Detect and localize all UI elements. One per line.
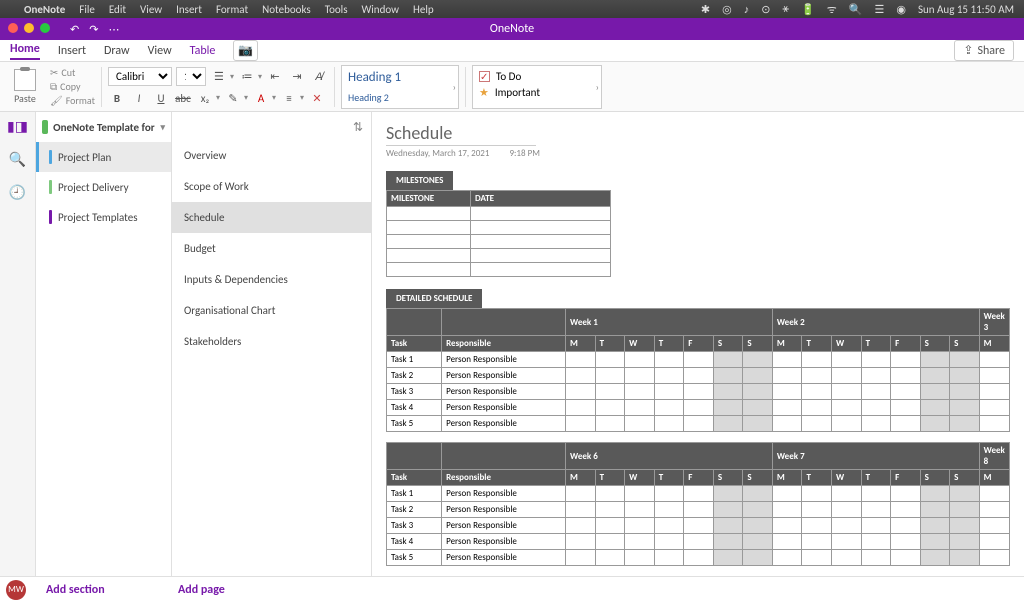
bullets-button[interactable]: ☰ [210, 69, 228, 85]
paste-button[interactable]: Paste [10, 67, 40, 107]
add-page-button[interactable]: Add page [172, 583, 225, 597]
tab-table[interactable]: Table [190, 44, 216, 58]
underline-button[interactable]: U [152, 90, 170, 106]
footer: MW Add section Add page [0, 576, 1024, 602]
search-icon[interactable]: 🔍 [9, 151, 26, 168]
page-canvas[interactable]: Schedule Wednesday, March 17, 2021 9:18 … [372, 112, 1024, 576]
schedule-table[interactable]: Week 1Week 2Week 3TaskResponsibleMTWTFSS… [386, 308, 1010, 432]
recent-icon[interactable]: 🕘 [9, 184, 26, 201]
avatar[interactable]: MW [6, 580, 26, 600]
redo-button[interactable]: ↷ [89, 23, 98, 36]
status-icon[interactable]: ✱ [701, 3, 710, 16]
highlight-button[interactable]: ✎ [224, 90, 242, 106]
notebooks-icon[interactable]: ▮◨ [7, 118, 28, 135]
chevron-right-icon: › [453, 80, 456, 93]
chevron-right-icon: › [596, 80, 599, 93]
menu-insert[interactable]: Insert [176, 3, 202, 16]
tab-home[interactable]: Home [10, 42, 40, 60]
chevron-down-icon: ▾ [160, 122, 165, 133]
menu-file[interactable]: File [79, 3, 95, 16]
status-icon[interactable]: ◎ [722, 3, 732, 16]
page-overview[interactable]: Overview [172, 140, 371, 171]
minimize-button[interactable] [24, 23, 34, 33]
undo-button[interactable]: ↶ [70, 23, 79, 36]
styles-gallery[interactable]: Heading 1 Heading 2 › [341, 65, 459, 109]
clock[interactable]: Sun Aug 15 11:50 AM [918, 3, 1014, 16]
menu-help[interactable]: Help [413, 3, 434, 16]
menu-tools[interactable]: Tools [325, 3, 348, 16]
status-icon[interactable]: ⊙ [761, 3, 770, 16]
mac-menubar: OneNote File Edit View Insert Format Not… [0, 0, 1024, 18]
clear-format-button[interactable]: A̸ [310, 69, 328, 85]
align-button[interactable]: ≡ [280, 90, 298, 106]
section-project-templates[interactable]: Project Templates [36, 202, 171, 232]
notebook-icon [42, 120, 48, 134]
page-time: 9:18 PM [509, 148, 539, 159]
page-budget[interactable]: Budget [172, 233, 371, 264]
page-inputs[interactable]: Inputs & Dependencies [172, 264, 371, 295]
wifi-icon[interactable]: ᯤ [827, 2, 837, 17]
checkbox-icon [479, 71, 490, 82]
section-project-delivery[interactable]: Project Delivery [36, 172, 171, 202]
italic-button[interactable]: I [130, 90, 148, 106]
font-name-select[interactable]: Calibri [108, 67, 172, 86]
section-list: OneNote Template for Project Management … [36, 112, 172, 576]
ribbon: Paste ✂Cut ⧉Copy 🖌Format Calibri 11 ☰▾ ≔… [0, 62, 1024, 112]
nav-rail: ▮◨ 🔍 🕘 [0, 112, 36, 576]
bold-button[interactable]: B [108, 90, 126, 106]
siri-icon[interactable]: ◉ [896, 3, 906, 16]
star-icon: ★ [479, 86, 489, 99]
notebook-selector[interactable]: OneNote Template for Project Management … [36, 112, 171, 142]
schedule-table[interactable]: Week 6Week 7Week 8TaskResponsibleMTWTFSS… [386, 442, 1010, 566]
sort-button[interactable]: ⇅ [353, 120, 363, 135]
menu-edit[interactable]: Edit [109, 3, 126, 16]
bluetooth-icon[interactable]: ⚹ [782, 2, 789, 16]
share-icon: ⇪ [963, 43, 973, 58]
page-date: Wednesday, March 17, 2021 [386, 148, 489, 159]
search-icon[interactable]: 🔍 [849, 3, 863, 16]
milestones-table[interactable]: MILESTONEDATE [386, 190, 611, 277]
menu-view[interactable]: View [140, 3, 162, 16]
qat-customize[interactable]: ⋯ [108, 23, 119, 36]
font-color-button[interactable]: A [252, 90, 270, 106]
ribbon-tabs: Home Insert Draw View Table 📷 ⇪ Share [0, 40, 1024, 62]
window-titlebar: ↶ ↷ ⋯ OneNote [0, 18, 1024, 40]
copy-button[interactable]: ⧉Copy [50, 80, 95, 93]
page-list: ⇅ Overview Scope of Work Schedule Budget… [172, 112, 372, 576]
tab-insert[interactable]: Insert [58, 44, 86, 58]
page-scope[interactable]: Scope of Work [172, 171, 371, 202]
status-icon[interactable]: ♪ [744, 3, 750, 16]
section-project-plan[interactable]: Project Plan [36, 142, 171, 172]
strike-button[interactable]: abc [174, 90, 192, 106]
page-title[interactable]: Schedule [386, 122, 536, 146]
subscript-button[interactable]: x₂ [196, 90, 214, 106]
menu-window[interactable]: Window [362, 3, 400, 16]
outdent-button[interactable]: ⇤ [266, 69, 284, 85]
window-title: OneNote [490, 22, 534, 36]
page-orgchart[interactable]: Organisational Chart [172, 295, 371, 326]
share-button[interactable]: ⇪ Share [954, 40, 1014, 61]
close-button[interactable] [8, 23, 18, 33]
menu-notebooks[interactable]: Notebooks [262, 3, 311, 16]
maximize-button[interactable] [40, 23, 50, 33]
control-center-icon[interactable]: ☰ [874, 3, 884, 16]
tab-draw[interactable]: Draw [104, 44, 130, 58]
indent-button[interactable]: ⇥ [288, 69, 306, 85]
tab-view[interactable]: View [148, 44, 172, 58]
detailed-header: DETAILED SCHEDULE [386, 289, 482, 308]
menu-app[interactable]: OneNote [24, 3, 65, 16]
delete-button[interactable]: ✕ [308, 90, 326, 106]
numbering-button[interactable]: ≔ [238, 69, 256, 85]
tags-gallery[interactable]: To Do ★Important › [472, 65, 602, 109]
cut-button[interactable]: ✂Cut [50, 66, 95, 79]
battery-icon[interactable]: 🔋 [801, 3, 815, 16]
milestones-header: MILESTONES [386, 171, 453, 190]
menu-format[interactable]: Format [216, 3, 248, 16]
page-schedule[interactable]: Schedule [172, 202, 371, 233]
page-stakeholders[interactable]: Stakeholders [172, 326, 371, 357]
font-size-select[interactable]: 11 [176, 67, 206, 86]
format-painter-button[interactable]: 🖌Format [50, 94, 95, 107]
meeting-button[interactable]: 📷 [233, 40, 258, 61]
